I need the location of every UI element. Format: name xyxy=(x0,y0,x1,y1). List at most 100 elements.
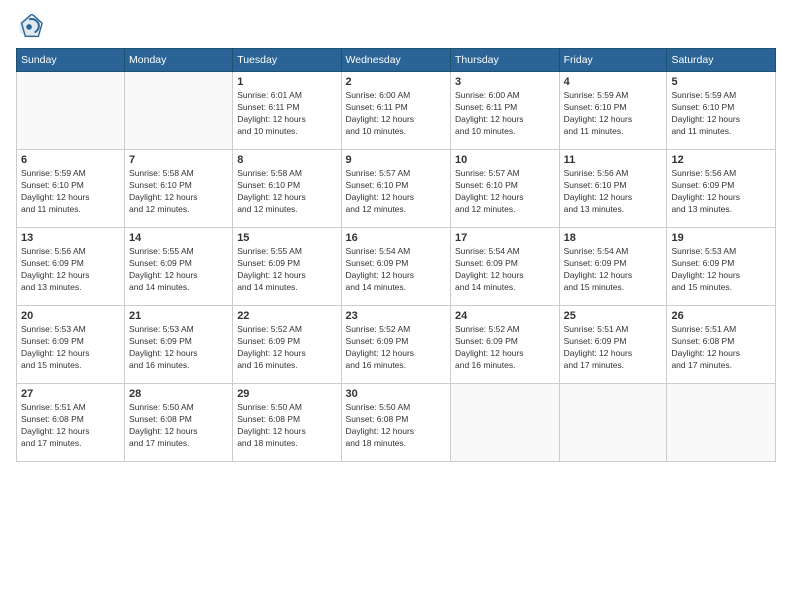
calendar-cell: 29 Sunrise: 5:50 AM Sunset: 6:08 PM Dayli… xyxy=(233,384,341,462)
calendar-cell: 28 Sunrise: 5:50 AM Sunset: 6:08 PM Dayli… xyxy=(125,384,233,462)
day-info: Sunrise: 5:54 AM Sunset: 6:09 PM Dayligh… xyxy=(346,246,446,294)
day-number: 2 xyxy=(346,76,446,88)
day-number: 6 xyxy=(21,154,120,166)
week-row-4: 27 Sunrise: 5:51 AM Sunset: 6:08 PM Dayli… xyxy=(17,384,776,462)
calendar-cell: 3 Sunrise: 6:00 AM Sunset: 6:11 PM Daylig… xyxy=(450,72,559,150)
day-info: Sunrise: 5:53 AM Sunset: 6:09 PM Dayligh… xyxy=(21,324,120,372)
header-friday: Friday xyxy=(559,49,667,72)
calendar-cell xyxy=(450,384,559,462)
header-tuesday: Tuesday xyxy=(233,49,341,72)
week-row-2: 13 Sunrise: 5:56 AM Sunset: 6:09 PM Dayli… xyxy=(17,228,776,306)
calendar-cell: 26 Sunrise: 5:51 AM Sunset: 6:08 PM Dayli… xyxy=(667,306,776,384)
calendar-cell: 21 Sunrise: 5:53 AM Sunset: 6:09 PM Dayli… xyxy=(125,306,233,384)
logo xyxy=(16,12,48,40)
day-info: Sunrise: 5:50 AM Sunset: 6:08 PM Dayligh… xyxy=(237,402,336,450)
day-info: Sunrise: 5:57 AM Sunset: 6:10 PM Dayligh… xyxy=(346,168,446,216)
day-number: 1 xyxy=(237,76,336,88)
calendar-cell: 22 Sunrise: 5:52 AM Sunset: 6:09 PM Dayli… xyxy=(233,306,341,384)
day-number: 30 xyxy=(346,388,446,400)
day-info: Sunrise: 6:00 AM Sunset: 6:11 PM Dayligh… xyxy=(455,90,555,138)
calendar-header-row: SundayMondayTuesdayWednesdayThursdayFrid… xyxy=(17,49,776,72)
day-info: Sunrise: 5:52 AM Sunset: 6:09 PM Dayligh… xyxy=(455,324,555,372)
calendar-cell: 19 Sunrise: 5:53 AM Sunset: 6:09 PM Dayli… xyxy=(667,228,776,306)
calendar-cell: 18 Sunrise: 5:54 AM Sunset: 6:09 PM Dayli… xyxy=(559,228,667,306)
day-info: Sunrise: 5:54 AM Sunset: 6:09 PM Dayligh… xyxy=(455,246,555,294)
week-row-3: 20 Sunrise: 5:53 AM Sunset: 6:09 PM Dayli… xyxy=(17,306,776,384)
calendar-cell: 4 Sunrise: 5:59 AM Sunset: 6:10 PM Daylig… xyxy=(559,72,667,150)
page: SundayMondayTuesdayWednesdayThursdayFrid… xyxy=(0,0,792,612)
day-number: 10 xyxy=(455,154,555,166)
calendar-cell: 5 Sunrise: 5:59 AM Sunset: 6:10 PM Daylig… xyxy=(667,72,776,150)
day-info: Sunrise: 5:50 AM Sunset: 6:08 PM Dayligh… xyxy=(346,402,446,450)
calendar-cell xyxy=(125,72,233,150)
day-info: Sunrise: 5:53 AM Sunset: 6:09 PM Dayligh… xyxy=(129,324,228,372)
day-info: Sunrise: 5:50 AM Sunset: 6:08 PM Dayligh… xyxy=(129,402,228,450)
day-info: Sunrise: 5:52 AM Sunset: 6:09 PM Dayligh… xyxy=(237,324,336,372)
day-number: 4 xyxy=(564,76,663,88)
calendar-cell xyxy=(667,384,776,462)
calendar-cell xyxy=(17,72,125,150)
calendar-cell: 6 Sunrise: 5:59 AM Sunset: 6:10 PM Daylig… xyxy=(17,150,125,228)
day-number: 15 xyxy=(237,232,336,244)
day-number: 18 xyxy=(564,232,663,244)
calendar-cell: 10 Sunrise: 5:57 AM Sunset: 6:10 PM Dayli… xyxy=(450,150,559,228)
week-row-1: 6 Sunrise: 5:59 AM Sunset: 6:10 PM Daylig… xyxy=(17,150,776,228)
header-wednesday: Wednesday xyxy=(341,49,450,72)
day-number: 13 xyxy=(21,232,120,244)
day-number: 11 xyxy=(564,154,663,166)
day-info: Sunrise: 5:52 AM Sunset: 6:09 PM Dayligh… xyxy=(346,324,446,372)
header xyxy=(16,12,776,40)
calendar-cell: 17 Sunrise: 5:54 AM Sunset: 6:09 PM Dayli… xyxy=(450,228,559,306)
header-thursday: Thursday xyxy=(450,49,559,72)
logo-icon xyxy=(16,12,44,40)
day-info: Sunrise: 5:56 AM Sunset: 6:10 PM Dayligh… xyxy=(564,168,663,216)
day-info: Sunrise: 5:51 AM Sunset: 6:09 PM Dayligh… xyxy=(564,324,663,372)
day-number: 29 xyxy=(237,388,336,400)
week-row-0: 1 Sunrise: 6:01 AM Sunset: 6:11 PM Daylig… xyxy=(17,72,776,150)
calendar-cell: 24 Sunrise: 5:52 AM Sunset: 6:09 PM Dayli… xyxy=(450,306,559,384)
calendar-cell: 7Sunrise: 5:58 AM Sunset: 6:10 PM Daylig… xyxy=(125,150,233,228)
day-info: Sunrise: 5:56 AM Sunset: 6:09 PM Dayligh… xyxy=(21,246,120,294)
day-number: 23 xyxy=(346,310,446,322)
day-info: Sunrise: 5:59 AM Sunset: 6:10 PM Dayligh… xyxy=(671,90,771,138)
day-info: Sunrise: 5:57 AM Sunset: 6:10 PM Dayligh… xyxy=(455,168,555,216)
day-number: 3 xyxy=(455,76,555,88)
calendar-cell: 23 Sunrise: 5:52 AM Sunset: 6:09 PM Dayli… xyxy=(341,306,450,384)
day-number: 22 xyxy=(237,310,336,322)
day-info: Sunrise: 5:55 AM Sunset: 6:09 PM Dayligh… xyxy=(129,246,228,294)
day-info: Sunrise: 5:51 AM Sunset: 6:08 PM Dayligh… xyxy=(671,324,771,372)
day-info: Sunrise: 5:53 AM Sunset: 6:09 PM Dayligh… xyxy=(671,246,771,294)
calendar-cell: 30 Sunrise: 5:50 AM Sunset: 6:08 PM Dayli… xyxy=(341,384,450,462)
day-info: Sunrise: 5:58 AM Sunset: 6:10 PM Dayligh… xyxy=(237,168,336,216)
day-number: 5 xyxy=(671,76,771,88)
day-number: 26 xyxy=(671,310,771,322)
day-number: 8 xyxy=(237,154,336,166)
calendar-cell: 11 Sunrise: 5:56 AM Sunset: 6:10 PM Dayli… xyxy=(559,150,667,228)
calendar-cell: 1 Sunrise: 6:01 AM Sunset: 6:11 PM Daylig… xyxy=(233,72,341,150)
day-number: 27 xyxy=(21,388,120,400)
calendar-cell: 20 Sunrise: 5:53 AM Sunset: 6:09 PM Dayli… xyxy=(17,306,125,384)
calendar-cell: 8 Sunrise: 5:58 AM Sunset: 6:10 PM Daylig… xyxy=(233,150,341,228)
day-number: 19 xyxy=(671,232,771,244)
day-info: Sunrise: 5:51 AM Sunset: 6:08 PM Dayligh… xyxy=(21,402,120,450)
header-monday: Monday xyxy=(125,49,233,72)
day-info: Sunrise: 5:56 AM Sunset: 6:09 PM Dayligh… xyxy=(671,168,771,216)
day-info: Sunrise: 5:54 AM Sunset: 6:09 PM Dayligh… xyxy=(564,246,663,294)
day-number: 17 xyxy=(455,232,555,244)
day-number: 9 xyxy=(346,154,446,166)
day-number: 28 xyxy=(129,388,228,400)
day-info: Sunrise: 6:01 AM Sunset: 6:11 PM Dayligh… xyxy=(237,90,336,138)
calendar-cell xyxy=(559,384,667,462)
day-number: 21 xyxy=(129,310,228,322)
calendar-cell: 25Sunrise: 5:51 AM Sunset: 6:09 PM Dayli… xyxy=(559,306,667,384)
calendar-cell: 27 Sunrise: 5:51 AM Sunset: 6:08 PM Dayli… xyxy=(17,384,125,462)
calendar-cell: 9 Sunrise: 5:57 AM Sunset: 6:10 PM Daylig… xyxy=(341,150,450,228)
day-number: 20 xyxy=(21,310,120,322)
day-number: 16 xyxy=(346,232,446,244)
day-number: 14 xyxy=(129,232,228,244)
day-info: Sunrise: 5:59 AM Sunset: 6:10 PM Dayligh… xyxy=(21,168,120,216)
day-number: 24 xyxy=(455,310,555,322)
day-info: Sunrise: 5:59 AM Sunset: 6:10 PM Dayligh… xyxy=(564,90,663,138)
day-info: Sunrise: 6:00 AM Sunset: 6:11 PM Dayligh… xyxy=(346,90,446,138)
day-number: 7 xyxy=(129,154,228,166)
